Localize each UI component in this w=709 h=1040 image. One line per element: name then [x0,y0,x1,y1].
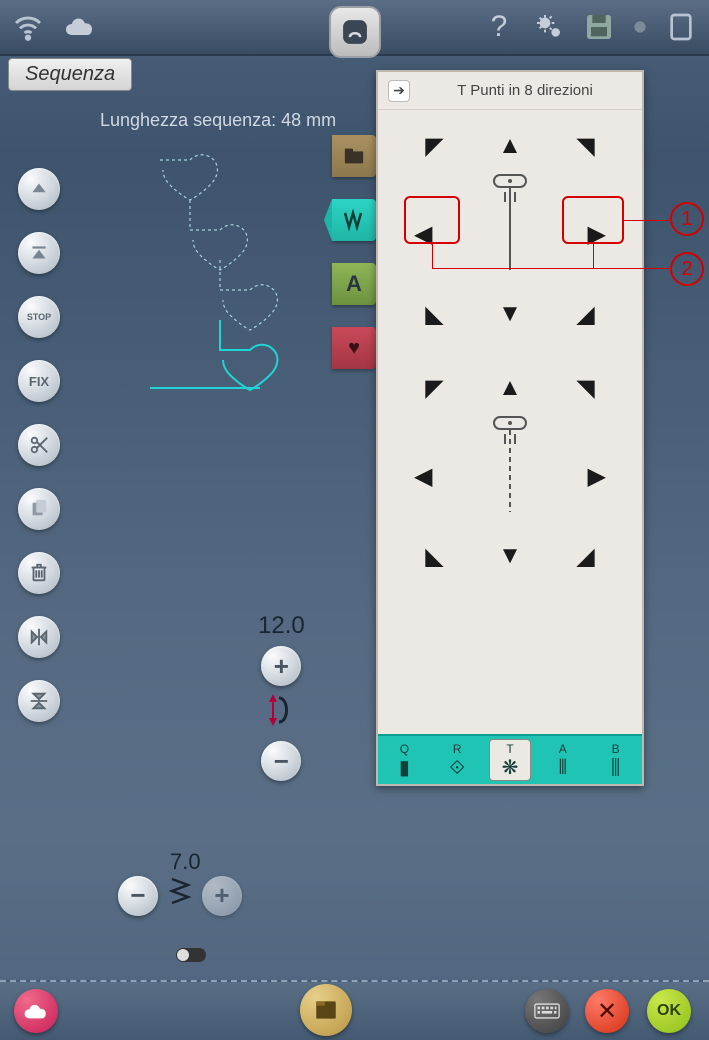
width-icon [166,875,194,916]
cloud-icon[interactable] [64,11,96,43]
leader-1 [624,220,672,221]
menu-r[interactable]: R⟐ [436,742,478,778]
dir-e[interactable]: ▶ [588,220,606,249]
dir2-n[interactable]: ▲ [498,374,522,402]
menu-q[interactable]: Q▮ [383,742,425,778]
stitch-width-value: 7.0 [170,849,201,875]
dir2-w[interactable]: ◀ [414,462,432,491]
dir-s[interactable]: ▼ [498,300,522,328]
tab-folder[interactable] [332,135,376,177]
menu-b[interactable]: B⫼ [595,742,637,778]
dir-n[interactable]: ▲ [498,132,522,160]
width-plus-button[interactable]: + [202,876,242,916]
screen-icon[interactable] [665,11,697,43]
tab-stitches[interactable] [332,199,376,241]
sequence-length-label: Lunghezza sequenza: 48 mm [100,110,336,131]
stitch-width-control: 7.0 − + [118,875,242,916]
stitch-glyph-solid [488,174,532,274]
length-minus-button[interactable]: − [261,741,301,781]
keyboard-button[interactable] [525,989,569,1033]
collapse-panel-button[interactable]: ➔ [388,80,410,102]
cancel-button[interactable]: ✕ [585,989,629,1033]
stop-button[interactable]: STOP [18,296,60,338]
callout-1: 1 [670,202,704,236]
dir-sw[interactable]: ◣ [425,300,443,329]
cut-button[interactable] [18,424,60,466]
direction-panel-title: T Punti in 8 direzioni [418,82,632,99]
leader-2a [432,268,672,269]
mode-tab[interactable]: Sequenza [8,58,132,91]
menu-book-button[interactable] [300,984,352,1036]
menu-t[interactable]: T❋ [489,739,531,781]
stitch-length-control: 12.0 + − [258,612,305,781]
mirror-vertical-button[interactable] [18,680,60,722]
dir-ne[interactable]: ◥ [576,132,594,161]
leader-2c [593,244,594,268]
length-icon [265,692,297,735]
side-toolbar: STOP FIX [18,168,60,722]
stitch-menu-strip: Q▮ R⟐ T❋ A⦀ B⫼ [378,734,642,784]
save-icon[interactable] [583,11,615,43]
dir2-sw[interactable]: ◣ [425,542,443,571]
help-icon[interactable]: ? [483,11,515,43]
callout-2: 2 [670,252,704,286]
brand-logo [329,6,381,58]
stitch-length-value: 12.0 [258,612,305,640]
dir-w[interactable]: ◀ [414,220,432,249]
dir2-s[interactable]: ▼ [498,542,522,570]
width-minus-button[interactable]: − [118,876,158,916]
menu-a[interactable]: A⦀ [542,742,584,778]
tab-favorites[interactable]: ♥ [332,327,376,369]
length-plus-button[interactable]: + [261,646,301,686]
dir2-e[interactable]: ▶ [588,462,606,491]
stitch-preview [140,150,340,410]
leader-2b [432,244,433,268]
stitch-glyph-dashed [488,416,532,516]
dir2-ne[interactable]: ◥ [576,374,594,403]
footer-bar: ✕ OK [0,980,709,1040]
usb-indicator-icon [633,11,647,43]
delete-button[interactable] [18,552,60,594]
step-up-button[interactable] [18,168,60,210]
wifi-icon[interactable] [12,11,44,43]
top-bar: ? [0,0,709,56]
quick-help-button[interactable] [14,989,58,1033]
dir-se[interactable]: ◢ [576,300,594,329]
ok-button[interactable]: OK [647,989,691,1033]
dir2-se[interactable]: ◢ [576,542,594,571]
go-top-button[interactable] [18,232,60,274]
fix-button[interactable]: FIX [18,360,60,402]
duplicate-button[interactable] [18,488,60,530]
category-tabs: A ♥ [332,135,376,369]
heart-icon: ♥ [348,337,360,360]
dir2-nw[interactable]: ◤ [425,374,443,403]
mirror-horizontal-button[interactable] [18,616,60,658]
dir-nw[interactable]: ◤ [425,132,443,161]
width-toggle[interactable] [176,948,206,962]
tab-fonts[interactable]: A [332,263,376,305]
settings-icon[interactable] [533,11,565,43]
direction-panel: ➔ T Punti in 8 direzioni ◤ ▲ ◥ ◀ ▶ ◣ ▼ ◢… [376,70,644,786]
tab-fonts-label: A [346,271,362,297]
